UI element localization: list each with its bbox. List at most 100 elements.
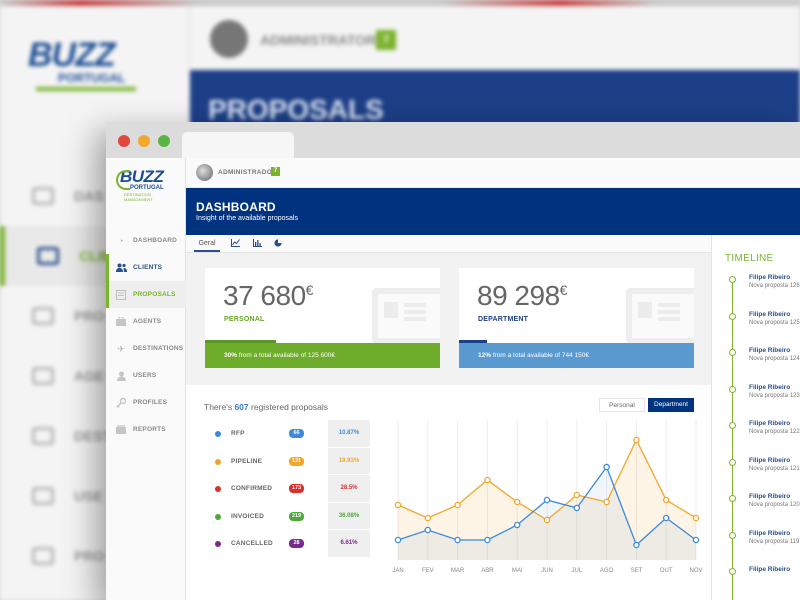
legend-main: PIPELINE 121 [206,447,328,475]
sidebar-item-reports[interactable]: REPORTS [106,416,186,443]
document-icon [626,288,694,344]
key-icon [32,547,54,565]
timeline-item[interactable]: Filipe Ribeiro Nova proposta 125 [712,309,800,339]
timeline-description: Nova proposta 122 [749,429,800,435]
timeline-description: Nova proposta 126 [749,283,800,289]
minimize-window-button[interactable] [138,135,150,147]
timeline-description: Nova proposta 120 [749,502,800,508]
card-footer-percent: 30% [224,352,238,359]
sidebar-nav: ◔ DASHBOARD CLIENTS PROPOSALS AGENTS ✈ D… [106,227,186,443]
browser-tab[interactable] [182,132,294,158]
avatar[interactable] [196,164,213,181]
legend-main: CANCELLED 28 [206,530,328,558]
plane-icon: ✈ [117,343,125,354]
timeline-description: Nova proposta 125 [749,319,800,326]
legend-row[interactable]: CANCELLED 28 6.61% [206,530,391,558]
data-point [454,536,461,544]
main-content: 37 680€ PERSONAL 30% from a total availa… [186,253,711,600]
data-point [424,514,432,522]
legend-row[interactable]: PIPELINE 121 19.93% [206,447,391,475]
department-toggle[interactable]: Department [648,398,694,412]
legend-percent-cell: 10.87% [328,420,370,448]
card-label: DEPARTMENT [478,316,529,323]
status-percent: 36.08% [338,512,360,519]
legend-percent-cell: 19.93% [328,447,370,475]
timeline-item[interactable]: Filipe Ribeiro Nova proposta 119 [712,528,800,558]
tab-line-chart[interactable] [229,235,241,252]
sidebar-item-label: PROFILES [133,399,168,406]
timeline-author: Filipe Ribeiro [749,310,791,318]
data-point [573,491,581,499]
card-amount: 37 680€ [223,280,313,312]
sidebar-item-clients[interactable]: CLIENTS [106,254,186,281]
timeline-item[interactable]: Filipe Ribeiro Nova proposta 122 [712,418,800,448]
sidebar-item-agents[interactable]: AGENTS [106,308,186,335]
timeline-dot [729,568,736,575]
legend-main: CONFIRMED 173 [206,475,328,503]
card-footer: 12% from a total available of 744 150€ [459,343,694,368]
data-point [692,514,700,522]
background-admin-name: ADMINISTRATOR [260,32,377,48]
legend-row[interactable]: INVOICED 219 36.08% [206,502,391,530]
close-window-button[interactable] [118,135,130,147]
personal-card[interactable]: 37 680€ PERSONAL 30% from a total availa… [205,268,440,368]
status-dot [215,541,221,547]
sidebar-item-dashboard[interactable]: ◔ DASHBOARD [106,227,186,254]
card-footer-text: from a total available of 744 150€ [492,352,589,359]
timeline-dot [729,422,736,429]
notification-badge[interactable]: 7 [271,167,280,176]
legend-row[interactable]: RFP 66 10.87% [206,420,391,448]
timeline-item[interactable]: Filipe Ribeiro Nova proposta 124 [712,345,800,375]
briefcase-icon [32,367,54,385]
window-chrome [106,122,800,158]
timeline-author: Filipe Ribeiro [749,347,791,354]
timeline-item[interactable]: Filipe Ribeiro [712,564,800,594]
legend-percent-cell: 36.08% [328,502,370,530]
legend-row[interactable]: CONFIRMED 173 28.5% [206,475,391,503]
legend-percent-cell: 6.61% [328,530,370,558]
background-banner: PROPOSALS [190,70,800,130]
data-point [513,498,521,506]
browser-window: BUZZ PORTUGAL DESTINATION MANAGEMENT ◔ D… [106,122,800,600]
card-footer: 30% from a total available of 125 600€ [205,343,440,368]
users-icon [115,263,127,273]
timeline-item[interactable]: Filipe Ribeiro Nova proposta 123 [712,382,800,412]
personal-amount: 37 680 [223,280,306,311]
status-count-badge: 121 [289,456,304,466]
report-icon [115,424,127,435]
tab-geral[interactable]: Geral [194,235,220,252]
timeline-item[interactable]: Filipe Ribeiro Nova proposta 126 [712,272,800,302]
maximize-window-button[interactable] [158,135,170,147]
data-point [633,436,640,444]
background-admin-badge: 7 [376,30,396,50]
data-point [484,536,491,544]
tab-pie-chart[interactable] [272,235,284,252]
personal-toggle[interactable]: Personal [599,398,645,412]
timeline-item[interactable]: Filipe Ribeiro Nova proposta 120 [712,491,800,521]
card-label: PERSONAL [224,316,265,323]
admin-name[interactable]: ADMINISTRADOR [218,169,277,176]
x-tick-label: MAI [512,568,523,574]
department-card[interactable]: 89 298€ DEPARTMENT 12% from a total avai… [459,268,694,368]
timeline-panel: TIMELINE Filipe Ribeiro Nova proposta 126… [711,235,800,600]
logo-swoosh [116,170,130,190]
sidebar-item-destinations[interactable]: ✈ DESTINATIONS [106,335,186,362]
sidebar-item-users[interactable]: USERS [106,362,186,389]
status-name: CANCELLED [231,540,273,547]
x-tick-label: AGO [600,568,614,574]
buzz-logo[interactable]: BUZZ PORTUGAL DESTINATION MANAGEMENT [114,168,178,202]
timeline-author: Filipe Ribeiro [749,456,791,464]
timeline-description: Nova proposta 123 [749,392,800,399]
x-tick-label: ABR [481,568,494,574]
sidebar-item-profiles[interactable]: PROFILES [106,389,186,416]
status-count-badge: 66 [289,429,304,438]
tab-bar-chart[interactable] [251,235,263,252]
dashboard-icon: ◔ [118,235,124,246]
data-point [573,504,581,512]
timeline-author: Filipe Ribeiro [749,566,791,573]
sidebar-item-label: AGENTS [133,318,162,325]
data-point [662,496,670,504]
sidebar-item-proposals[interactable]: PROPOSALS [106,281,186,308]
timeline-item[interactable]: Filipe Ribeiro Nova proposta 121 [712,455,800,485]
users-icon [37,247,59,265]
